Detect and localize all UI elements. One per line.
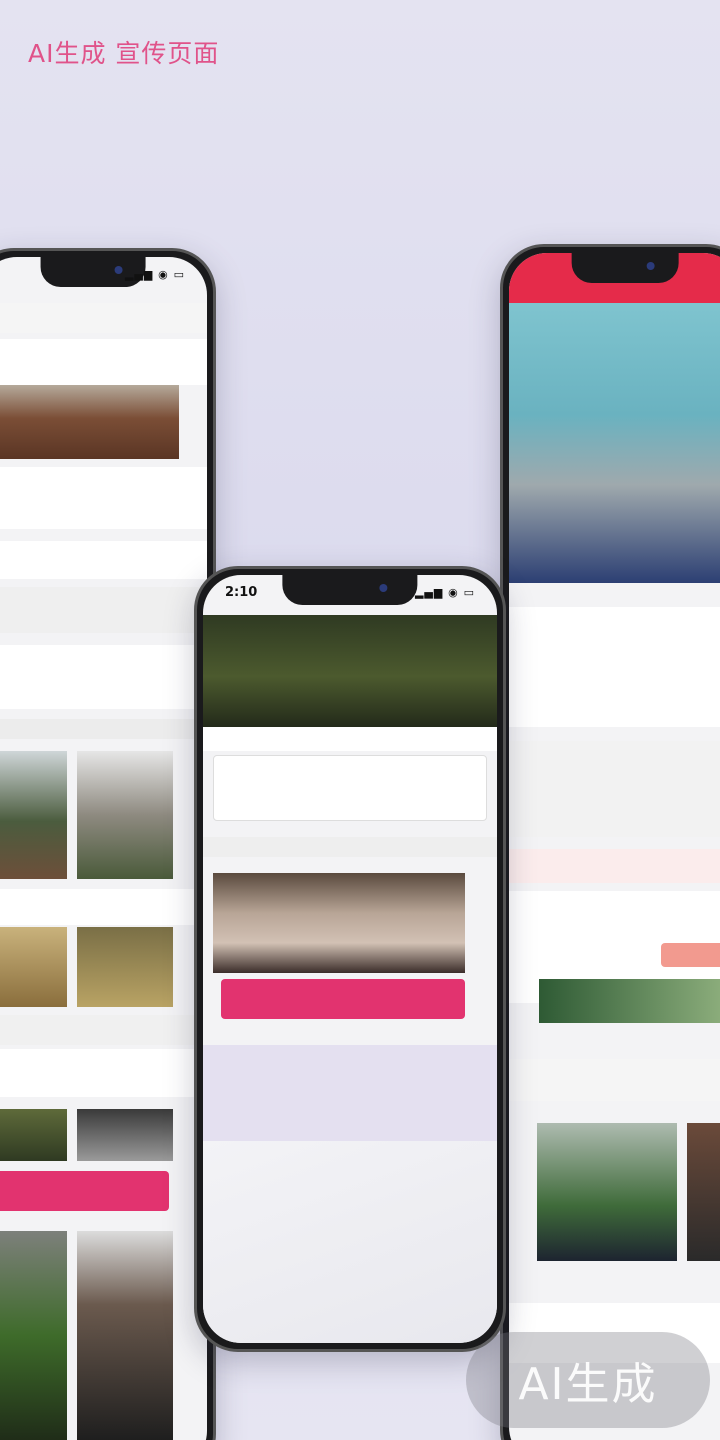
man-portrait-image[interactable] — [537, 1123, 677, 1261]
partial-thumbnail[interactable] — [687, 1123, 720, 1261]
signal-icon: ▂▄▆ ◉ ▭ — [124, 267, 185, 281]
list-item[interactable] — [0, 1015, 207, 1045]
night-scene-hero-image[interactable] — [203, 615, 497, 727]
secondary-action-button[interactable] — [661, 943, 720, 967]
list-item[interactable] — [0, 889, 207, 925]
section-divider — [0, 719, 207, 739]
green-banner-image[interactable] — [539, 979, 720, 1023]
article-text-card[interactable] — [509, 741, 720, 837]
article-summary-card[interactable] — [0, 467, 207, 529]
right-phone-screen — [509, 253, 720, 1440]
landscape-thumbnail[interactable] — [0, 927, 67, 1007]
news-card[interactable] — [213, 755, 487, 821]
center-phone-mockup: 2:10 ▂▄▆ ◉ ▭ — [194, 566, 506, 1352]
lilac-text-block — [203, 1045, 497, 1141]
article-title-card[interactable] — [0, 339, 207, 385]
list-item[interactable] — [0, 541, 207, 579]
page-header — [0, 303, 207, 333]
blank-content-area — [203, 1141, 497, 1343]
primary-action-button[interactable] — [0, 1171, 169, 1211]
ai-generated-watermark: AI生成 — [466, 1332, 710, 1428]
landscape-thumbnail[interactable] — [77, 927, 173, 1007]
status-bar — [531, 261, 719, 279]
center-phone-screen: 2:10 ▂▄▆ ◉ ▭ — [203, 575, 497, 1343]
primary-action-button[interactable] — [221, 979, 465, 1019]
status-time: 2:10 — [225, 584, 258, 600]
portrait-thumbnail[interactable] — [77, 1231, 173, 1440]
forest-thumbnail[interactable] — [0, 1109, 67, 1161]
left-phone-mockup: ▂▄▆ ◉ ▭ — [0, 248, 216, 1440]
field-thumbnail[interactable] — [0, 1231, 67, 1440]
tag-row — [509, 849, 720, 883]
list-item[interactable] — [0, 1049, 207, 1097]
left-phone-screen: ▂▄▆ ◉ ▭ — [0, 257, 207, 1440]
image-caption-row — [203, 727, 497, 751]
right-phone-mockup — [500, 244, 720, 1440]
great-wall-thumbnail[interactable] — [77, 751, 173, 879]
hero-portrait-image[interactable] — [509, 303, 720, 583]
article-text-card[interactable] — [509, 607, 720, 727]
palace-image[interactable] — [0, 385, 179, 459]
section-divider — [203, 837, 497, 857]
list-item[interactable] — [0, 587, 207, 633]
cathedral-image[interactable] — [213, 873, 465, 973]
list-item[interactable] — [509, 1059, 720, 1101]
status-bar: ▂▄▆ ◉ ▭ — [1, 265, 185, 283]
headline-line-1: AI生成 宣传页面 — [28, 39, 220, 68]
road-thumbnail[interactable] — [77, 1109, 173, 1161]
status-bar: 2:10 ▂▄▆ ◉ ▭ — [225, 583, 475, 601]
list-item[interactable] — [0, 645, 207, 709]
scenery-thumbnail[interactable] — [0, 751, 67, 879]
signal-icon: ▂▄▆ ◉ ▭ — [414, 585, 475, 599]
